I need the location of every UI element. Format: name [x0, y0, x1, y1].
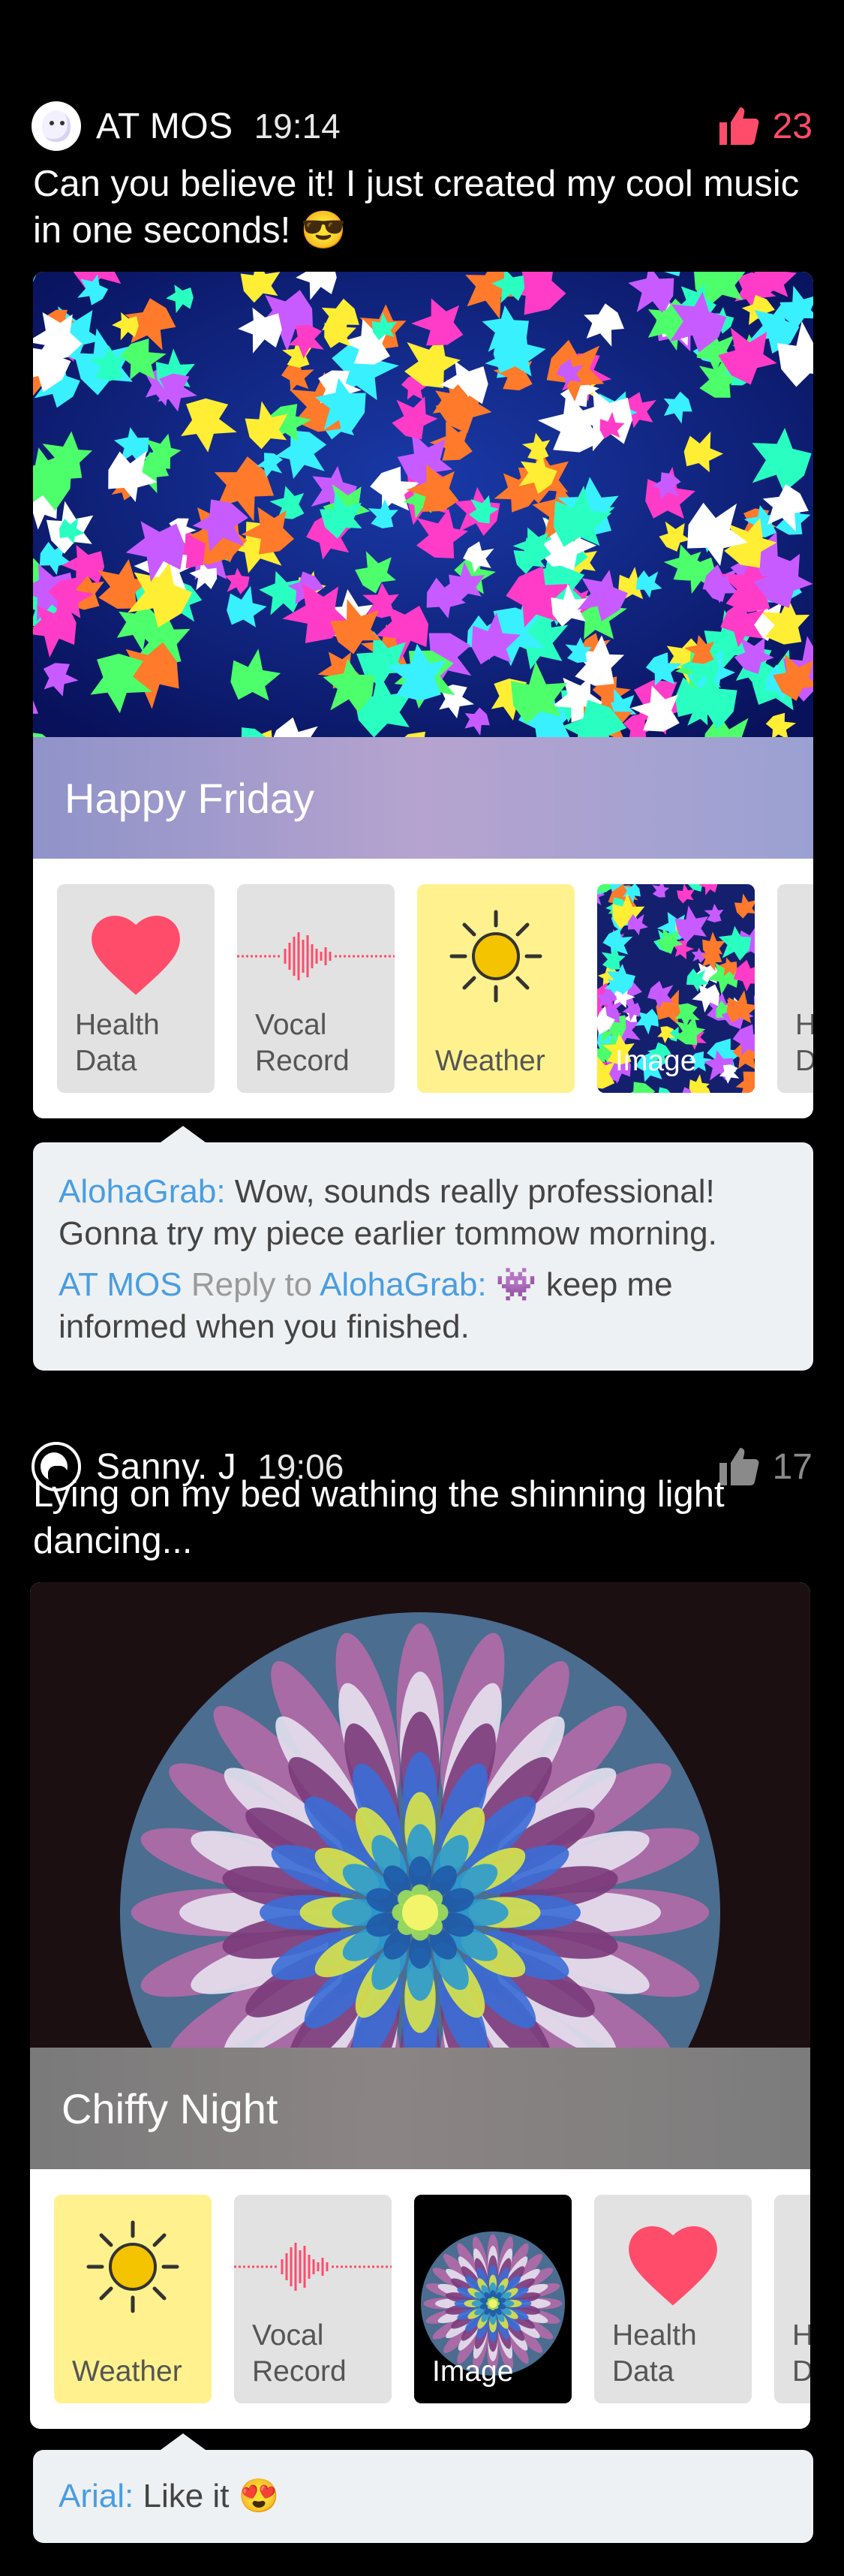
comment: AlohaGrab: Wow, sounds really profession… [59, 1171, 788, 1255]
heart-icon [629, 2226, 717, 2306]
like-count: 23 [772, 106, 812, 146]
weather-tile[interactable]: Weather [417, 884, 575, 1093]
post-header: AT MOS 19:14 23 [32, 96, 812, 156]
reply-target[interactable]: AlohaGrab: [320, 1266, 487, 1303]
card-title: Chiffy Night [62, 2084, 278, 2132]
vocal-record-tile[interactable]: Vocal Record [237, 884, 395, 1093]
sun-icon [449, 910, 542, 1003]
health-data-tile[interactable]: Health Data [57, 884, 215, 1093]
tile-label: H D [792, 2319, 810, 2388]
tile-label: Image [615, 1045, 697, 1077]
tile-label: H D [795, 1009, 813, 1077]
comment-text: Like it 😍 [134, 2478, 280, 2514]
tile-label: Image [432, 2355, 514, 2388]
image-tile[interactable]: Image [597, 884, 755, 1093]
tile-strip[interactable]: Health Data Vocal Record Weather Image H… [33, 884, 813, 1093]
card-title-bar: Happy Friday [33, 737, 813, 859]
comment-author[interactable]: AlohaGrab: [59, 1173, 226, 1210]
tile-label: Weather [435, 1045, 545, 1077]
avatar[interactable] [32, 101, 81, 151]
username[interactable]: AT MOS [96, 106, 233, 147]
music-card[interactable]: Happy Friday Health Data Vocal Record We… [33, 272, 813, 1118]
music-card[interactable]: Chiffy Night Weather Vocal Record Image … [30, 1582, 810, 2429]
reply-to-label: Reply to [182, 1266, 320, 1303]
tile-label: Vocal Record [255, 1009, 350, 1077]
tile-strip[interactable]: Weather Vocal Record Image Health Data H… [30, 2195, 810, 2403]
comment-author[interactable]: AT MOS [59, 1266, 182, 1303]
heart-icon [92, 916, 180, 995]
vocal-record-tile[interactable]: Vocal Record [234, 2195, 392, 2403]
sun-icon [86, 2220, 179, 2313]
comment: Arial: Like it 😍 [59, 2475, 788, 2517]
comment-box: Arial: Like it 😍 [33, 2433, 813, 2543]
like-button[interactable]: 23 [716, 104, 812, 149]
card-title: Happy Friday [65, 774, 315, 822]
comment-author[interactable]: Arial: [59, 2478, 134, 2514]
tile-label: Health Data [612, 2319, 697, 2388]
tile-label: Weather [72, 2355, 182, 2388]
tile-label: Vocal Record [252, 2319, 347, 2388]
thumbs-up-icon [719, 107, 759, 145]
card-title-bar: Chiffy Night [30, 2048, 810, 2169]
post-caption: Lying on my bed wathing the shinning lig… [33, 1474, 725, 1561]
comment-box: AlohaGrab: Wow, sounds really profession… [33, 1126, 813, 1371]
waveform-icon [237, 932, 395, 980]
confetti-artwork [33, 272, 813, 737]
image-tile[interactable]: Image [414, 2195, 572, 2403]
tile-label: Health Data [75, 1009, 160, 1077]
partial-tile[interactable]: H D [774, 2195, 810, 2403]
health-data-tile[interactable]: Health Data [594, 2195, 752, 2403]
waveform-icon [234, 2243, 392, 2291]
comment-reply: AT MOS Reply to AlohaGrab: 👾 keep me inf… [59, 1264, 788, 1348]
post-caption: Can you believe it! I just created my co… [33, 164, 800, 251]
post-time: 19:14 [254, 107, 341, 146]
kaleidoscope-artwork [30, 1582, 810, 2048]
weather-tile[interactable]: Weather [54, 2195, 212, 2403]
partial-tile[interactable]: H D [777, 884, 813, 1093]
